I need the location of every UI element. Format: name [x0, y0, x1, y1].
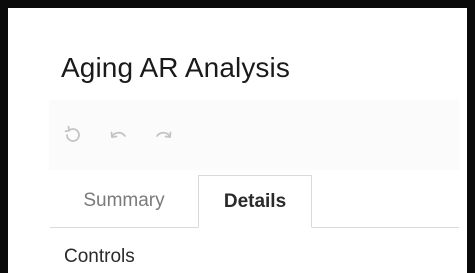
- tab-summary-label: Summary: [83, 190, 165, 211]
- tab-bar: Summary Details: [50, 175, 459, 228]
- tab-details-label: Details: [223, 190, 287, 212]
- refresh-icon[interactable]: [62, 124, 84, 146]
- undo-icon[interactable]: [107, 124, 129, 146]
- report-panel: Aging AR Analysis Summary Details Contro…: [17, 16, 467, 273]
- toolbar: [49, 100, 459, 170]
- window-frame: Aging AR Analysis Summary Details Contro…: [0, 0, 475, 273]
- section-heading: Controls: [64, 246, 135, 267]
- page-title: Aging AR Analysis: [61, 52, 290, 83]
- tab-summary[interactable]: Summary: [50, 175, 198, 227]
- redo-icon[interactable]: [153, 124, 175, 146]
- tab-details[interactable]: Details: [198, 175, 312, 228]
